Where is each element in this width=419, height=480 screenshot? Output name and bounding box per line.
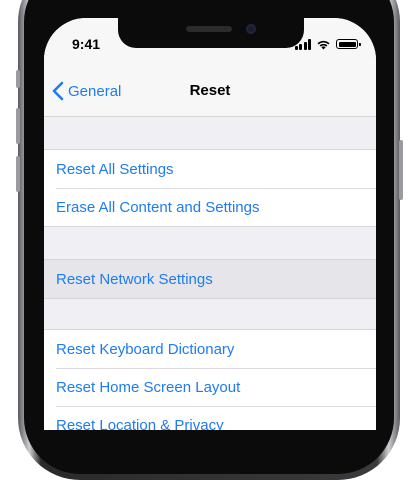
reset-group-2: Reset Network Settings [44,259,376,299]
wifi-icon [317,40,330,49]
volume-up-button [16,108,20,144]
cell-label: Reset All Settings [56,160,174,178]
volume-down-button [16,156,20,192]
mute-switch [16,70,20,88]
reset-home-screen-layout-button[interactable]: Reset Home Screen Layout [44,368,376,406]
cell-label: Erase All Content and Settings [56,198,260,216]
cell-label: Reset Network Settings [56,270,213,288]
speaker-grille [186,26,232,32]
reset-network-settings-button[interactable]: Reset Network Settings [44,260,376,298]
cell-label: Reset Home Screen Layout [56,378,241,396]
status-time: 9:41 [72,36,101,52]
phone-screen: 9:41 General Reset Reset All Settings Er… [44,18,376,430]
status-bar: 9:41 [44,18,376,68]
reset-group-1: Reset All Settings Erase All Content and… [44,149,376,227]
navigation-bar: General Reset [44,68,376,117]
reset-keyboard-dictionary-button[interactable]: Reset Keyboard Dictionary [44,330,376,368]
reset-group-3: Reset Keyboard Dictionary Reset Home Scr… [44,329,376,430]
settings-list: Reset All Settings Erase All Content and… [44,117,376,430]
cell-label: Reset Location & Privacy [56,416,224,431]
cell-label: Reset Keyboard Dictionary [56,340,235,358]
notch [118,18,304,48]
battery-icon [336,39,361,49]
page-title: Reset [189,82,231,99]
reset-location-privacy-button[interactable]: Reset Location & Privacy [44,406,376,430]
cellular-signal-icon [294,38,311,50]
front-camera [246,24,256,34]
reset-all-settings-button[interactable]: Reset All Settings [44,150,376,188]
status-icons [294,38,361,50]
power-button [399,140,403,200]
erase-all-content-button[interactable]: Erase All Content and Settings [44,188,376,226]
